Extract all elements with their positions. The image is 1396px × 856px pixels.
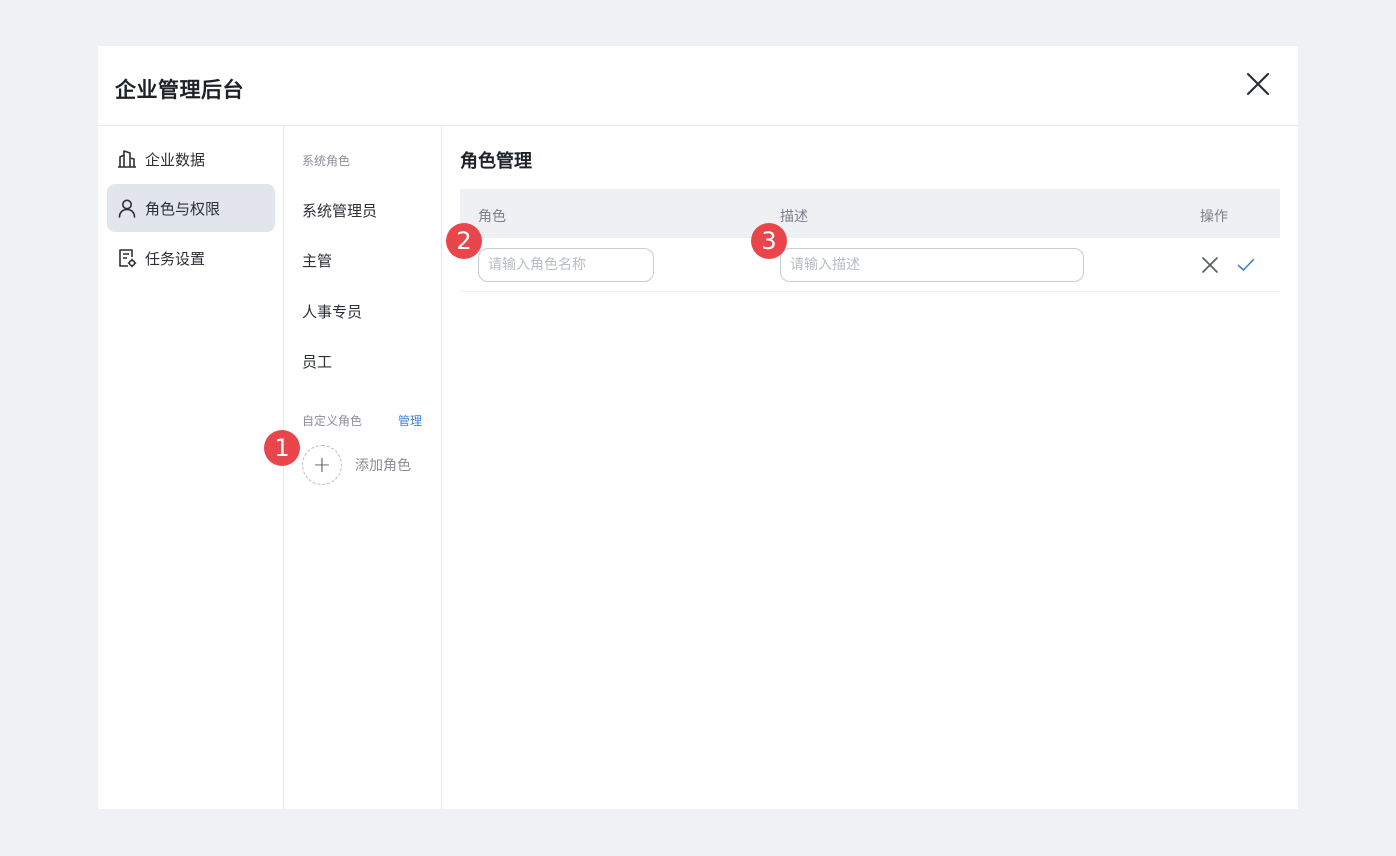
system-roles-label: 系统角色: [302, 154, 351, 168]
sidebar-item-task-settings[interactable]: 任务设置: [107, 234, 275, 282]
close-button[interactable]: [1244, 70, 1272, 98]
annotation-badge-2: 2: [446, 223, 482, 259]
table-row: [460, 238, 1280, 292]
annotation-badge-1: 1: [264, 430, 300, 466]
sidebar-item-roles-permissions[interactable]: 角色与权限: [107, 184, 275, 232]
annotation-badge-3: 3: [751, 223, 787, 259]
column-header-description: 描述: [780, 209, 808, 225]
building-icon: [117, 149, 137, 169]
add-role-label: 添加角色: [355, 458, 411, 474]
manage-custom-roles-link[interactable]: 管理: [398, 412, 422, 429]
column-header-actions: 操作: [1200, 209, 1228, 225]
custom-roles-label: 自定义角色: [302, 414, 363, 428]
confirm-button[interactable]: [1236, 255, 1256, 275]
sidebar-item-label: 角色与权限: [145, 199, 221, 218]
plus-icon: +: [302, 445, 342, 485]
role-name-input[interactable]: [478, 248, 654, 282]
user-icon: [117, 198, 137, 218]
sidebar-nav: 企业数据 角色与权限 任务设置: [98, 126, 284, 809]
admin-window: 企业管理后台 企业数据 角色与权限 任务设置 系统角色 系统管理员 主管 人事专…: [98, 46, 1298, 809]
role-management-panel: 角色管理 角色 描述 操作: [442, 126, 1298, 809]
table-header: 角色 描述 操作: [460, 189, 1280, 238]
close-icon: [1202, 257, 1218, 273]
column-header-role: 角色: [478, 209, 506, 225]
role-item-supervisor[interactable]: 主管: [302, 250, 332, 271]
role-item-hr-specialist[interactable]: 人事专员: [302, 301, 362, 322]
add-role-button[interactable]: + 添加角色: [302, 445, 411, 485]
sidebar-item-enterprise-data[interactable]: 企业数据: [107, 135, 275, 183]
check-icon: [1237, 258, 1255, 271]
app-title: 企业管理后台: [115, 78, 244, 102]
close-icon: [1246, 72, 1270, 96]
description-input[interactable]: [780, 248, 1084, 282]
sidebar-item-label: 企业数据: [145, 150, 206, 169]
title-bar: 企业管理后台: [98, 46, 1298, 126]
task-settings-icon: [117, 248, 137, 268]
role-list-panel: 系统角色 系统管理员 主管 人事专员 员工 自定义角色 管理 + 添加角色: [284, 126, 442, 809]
role-item-employee[interactable]: 员工: [302, 351, 332, 372]
role-item-system-admin[interactable]: 系统管理员: [302, 200, 377, 221]
sidebar-item-label: 任务设置: [145, 249, 206, 268]
cancel-button[interactable]: [1200, 255, 1220, 275]
page-title: 角色管理: [460, 151, 532, 172]
